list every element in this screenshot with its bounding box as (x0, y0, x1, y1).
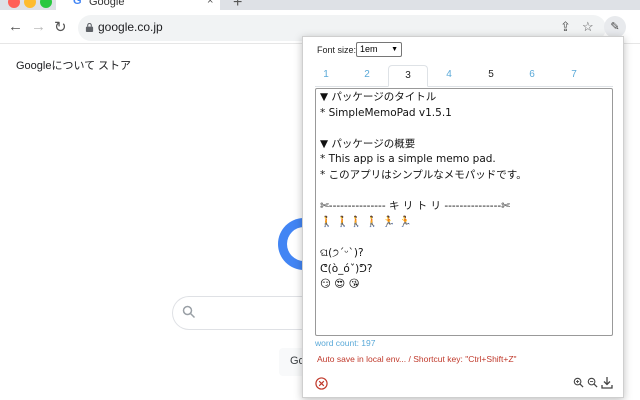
maximize-window-button[interactable] (40, 0, 52, 8)
memo-tab-4[interactable]: 4 (429, 65, 469, 87)
memo-tab-2[interactable]: 2 (347, 65, 387, 87)
memo-textarea[interactable]: ▼ パッケージのタイトル * SimpleMemoPad v1.5.1 ▼ パッ… (315, 88, 613, 336)
download-icon[interactable] (601, 376, 613, 389)
memo-tab-7[interactable]: 7 (554, 65, 594, 87)
lock-icon (85, 23, 94, 32)
memo-tab-5[interactable]: 5 (471, 65, 511, 87)
font-size-value: 1em (360, 44, 378, 54)
memo-popup: Font size: 1em ▼ 1 2 3 4 5 6 7 ▼ パッケージのタ… (302, 36, 624, 398)
url-text[interactable]: google.co.jp (98, 20, 163, 34)
memo-tab-3[interactable]: 3 (388, 65, 428, 87)
close-window-button[interactable] (8, 0, 20, 8)
zoom-out-icon[interactable] (587, 377, 598, 388)
about-google-link[interactable]: Googleについて (16, 57, 95, 73)
close-icon[interactable] (315, 377, 328, 390)
memo-tab-6[interactable]: 6 (512, 65, 552, 87)
tab-title: Google (89, 0, 125, 8)
memo-extension-icon[interactable]: ✎ (604, 16, 626, 38)
minimize-window-button[interactable] (24, 0, 36, 8)
browser-window: G Google × + ← → ↻ google.co.jp ⇪ ☆ ✎ Go… (0, 0, 640, 400)
google-favicon-icon: G (73, 0, 82, 7)
search-icon (182, 305, 196, 319)
chevron-down-icon: ▼ (391, 46, 398, 53)
font-size-label: Font size: (317, 45, 357, 55)
zoom-in-icon[interactable] (573, 377, 584, 388)
autosave-notice: Auto save in local env... / Shortcut key… (317, 354, 517, 364)
back-icon[interactable]: ← (8, 18, 23, 35)
tab-close-icon[interactable]: × (207, 0, 213, 7)
share-icon[interactable]: ⇪ (560, 19, 571, 35)
memo-tab-1[interactable]: 1 (306, 65, 346, 87)
forward-icon[interactable]: → (31, 18, 46, 35)
word-count: word count: 197 (315, 338, 376, 348)
reload-icon[interactable]: ↻ (54, 18, 67, 36)
store-link[interactable]: ストア (98, 57, 131, 73)
bookmark-star-icon[interactable]: ☆ (582, 19, 594, 35)
font-size-select[interactable]: 1em ▼ (356, 42, 402, 57)
tab-strip: G Google × + (0, 0, 640, 11)
